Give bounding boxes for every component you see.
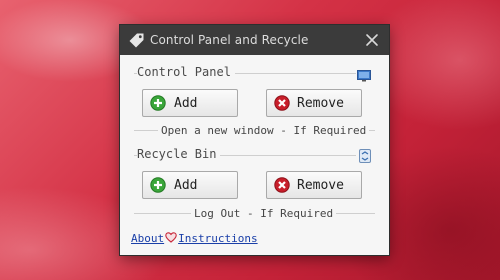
monitor-icon [357,67,371,82]
title-bar[interactable]: Control Panel and Recycle [120,25,389,55]
tag-icon [128,32,145,49]
about-link[interactable]: About [131,232,164,245]
remove-icon [274,95,290,111]
control-panel-heading: Control Panel [137,65,235,79]
recycle-bin-add-button[interactable]: Add [142,171,238,199]
add-button-label: Add [174,178,198,193]
control-panel-add-button[interactable]: Add [142,89,238,117]
close-button[interactable] [363,31,381,49]
add-icon [150,95,166,111]
control-panel-remove-button[interactable]: Remove [266,89,362,117]
add-icon [150,177,166,193]
remove-button-label: Remove [297,178,344,193]
heart-icon [165,232,177,243]
close-icon [366,34,378,46]
instructions-link[interactable]: Instructions [178,232,257,245]
window-title: Control Panel and Recycle [150,33,309,47]
recycle-bin-heading: Recycle Bin [137,147,221,161]
footer-links: About Instructions [131,232,258,245]
recycle-bin-remove-button[interactable]: Remove [266,171,362,199]
recycle-bin-icon [359,148,371,163]
recycle-bin-hint: Log Out - If Required [191,207,337,220]
remove-icon [274,177,290,193]
remove-button-label: Remove [297,96,344,111]
control-panel-hint: Open a new window - If Required [158,124,370,137]
add-button-label: Add [174,96,198,111]
app-window: Control Panel and Recycle Control Panel … [120,25,389,255]
